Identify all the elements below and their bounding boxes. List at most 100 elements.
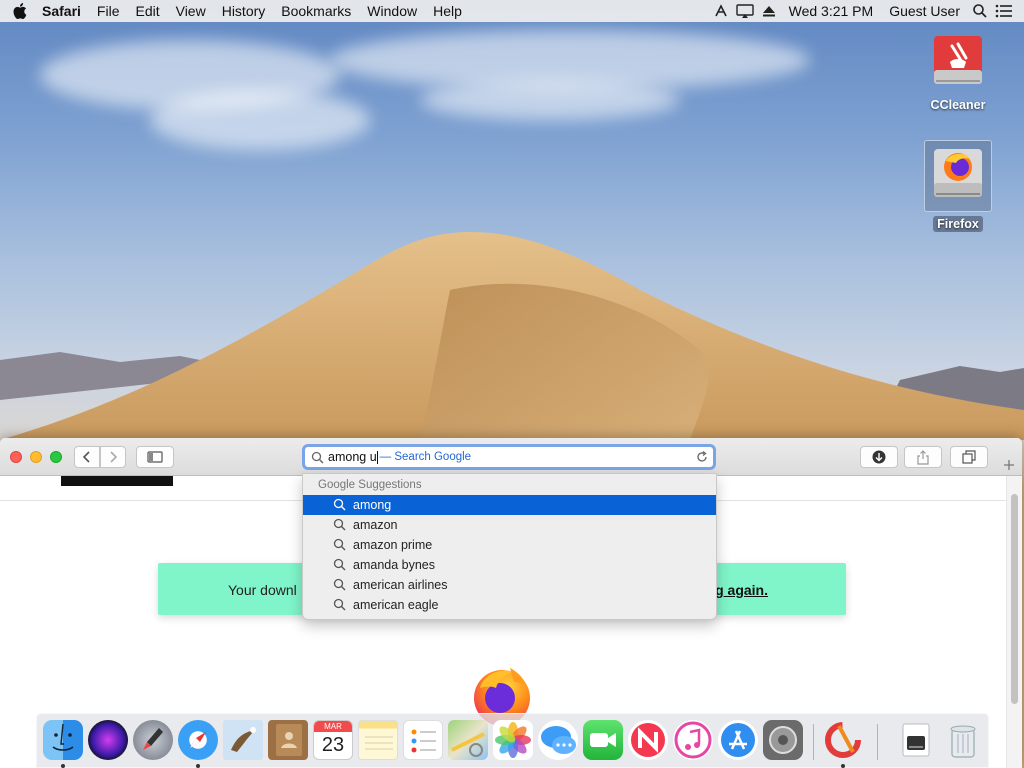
- safari-toolbar: among u — Search Google: [0, 438, 1022, 476]
- search-engine-hint: — Search Google: [379, 451, 472, 463]
- ccleaner-drive-icon: [930, 32, 986, 94]
- site-logo: [61, 476, 173, 486]
- vertical-scrollbar[interactable]: [1006, 476, 1022, 768]
- plus-icon: [1004, 460, 1014, 470]
- ccleaner-menu-icon[interactable]: [709, 0, 733, 22]
- search-icon: [333, 498, 347, 512]
- suggestion-label: american airlines: [353, 578, 448, 592]
- running-indicator: [196, 764, 200, 768]
- share-icon: [917, 449, 929, 465]
- chevron-right-icon: [110, 451, 118, 463]
- chevron-left-icon: [82, 451, 90, 463]
- dock-photos-icon[interactable]: [493, 720, 533, 760]
- desktop-icon-firefox[interactable]: Firefox: [918, 140, 998, 232]
- menu-bar: Safari File Edit View History Bookmarks …: [0, 0, 1024, 22]
- menu-bookmarks[interactable]: Bookmarks: [273, 0, 359, 22]
- share-button[interactable]: [904, 446, 942, 468]
- desktop-icon-ccleaner[interactable]: CCleaner: [918, 32, 998, 112]
- reload-icon: [697, 450, 707, 462]
- apple-logo-icon: [13, 3, 27, 19]
- dock-firefox-disk-icon[interactable]: [897, 720, 937, 760]
- dock-mail-icon[interactable]: [223, 720, 263, 760]
- dock-finder-icon[interactable]: [43, 720, 83, 760]
- dock-messages-icon[interactable]: [538, 720, 578, 760]
- menu-view[interactable]: View: [168, 0, 214, 22]
- new-tab-button[interactable]: [996, 454, 1022, 476]
- close-window-button[interactable]: [10, 451, 22, 463]
- dock-contacts-icon[interactable]: [268, 720, 308, 760]
- download-icon: [872, 450, 886, 464]
- try-again-link[interactable]: g again.: [715, 582, 768, 598]
- dock-system-preferences-icon[interactable]: [763, 720, 803, 760]
- zoom-window-button[interactable]: [50, 451, 62, 463]
- search-suggestions-dropdown: Google Suggestions among amazon amazon p…: [302, 473, 717, 620]
- desktop-icon-label: CCleaner: [930, 98, 986, 112]
- search-icon: [333, 558, 347, 572]
- selection-highlight: [924, 140, 992, 212]
- dock-notes-icon[interactable]: [358, 720, 398, 760]
- dock-news-icon[interactable]: [628, 720, 668, 760]
- suggestion-label: american eagle: [353, 598, 439, 612]
- search-icon: [333, 518, 347, 532]
- calendar-day: 23: [321, 734, 345, 756]
- dock-facetime-icon[interactable]: [583, 720, 623, 760]
- suggestion-item[interactable]: amanda bynes: [303, 555, 716, 575]
- dock-app-store-icon[interactable]: [718, 720, 758, 760]
- spotlight-search-icon[interactable]: [968, 0, 992, 22]
- show-tabs-button[interactable]: [950, 446, 988, 468]
- user-menu[interactable]: Guest User: [881, 0, 968, 22]
- search-icon: [311, 451, 324, 463]
- airplay-display-icon[interactable]: [733, 0, 757, 22]
- banner-text: Your downl: [228, 582, 297, 598]
- dock-trash-icon[interactable]: [943, 720, 983, 760]
- address-typed-text: among u: [328, 450, 377, 464]
- dock-calendar-icon[interactable]: MAR 23: [313, 720, 353, 760]
- notification-center-icon[interactable]: [992, 0, 1016, 22]
- menu-file[interactable]: File: [89, 0, 128, 22]
- app-menu-safari[interactable]: Safari: [40, 0, 89, 22]
- suggestion-label: amazon: [353, 518, 398, 532]
- address-search-field[interactable]: among u — Search Google: [302, 444, 716, 470]
- menu-window[interactable]: Window: [359, 0, 425, 22]
- running-indicator: [61, 764, 65, 768]
- menu-edit[interactable]: Edit: [127, 0, 167, 22]
- downloads-button[interactable]: [860, 446, 898, 468]
- eject-icon[interactable]: [757, 0, 781, 22]
- dock-safari-icon[interactable]: [178, 720, 218, 760]
- dock: MAR 23: [36, 713, 989, 768]
- sidebar-icon: [147, 451, 163, 463]
- dock-reminders-icon[interactable]: [403, 720, 443, 760]
- dock-launchpad-icon[interactable]: [133, 720, 173, 760]
- desktop-icon-label: Firefox: [933, 216, 983, 232]
- text-caret: [376, 450, 378, 464]
- search-icon: [333, 598, 347, 612]
- suggestions-header: Google Suggestions: [318, 479, 422, 491]
- suggestion-item[interactable]: among: [303, 495, 716, 515]
- sidebar-toggle-button[interactable]: [136, 446, 174, 468]
- clock[interactable]: Wed 3:21 PM: [781, 0, 882, 22]
- suggestion-label: amazon prime: [353, 538, 433, 552]
- running-indicator: [841, 764, 845, 768]
- apple-menu[interactable]: [0, 3, 40, 19]
- calendar-month: MAR: [314, 721, 352, 732]
- suggestion-label: among: [353, 498, 392, 512]
- forward-button[interactable]: [100, 446, 126, 468]
- dock-siri-icon[interactable]: [88, 720, 128, 760]
- menu-history[interactable]: History: [214, 0, 274, 22]
- reload-button[interactable]: [695, 450, 709, 467]
- firefox-disk-image-icon: [930, 145, 986, 207]
- suggestion-item[interactable]: american airlines: [303, 575, 716, 595]
- search-icon: [333, 578, 347, 592]
- scrollbar-thumb[interactable]: [1011, 494, 1018, 704]
- back-button[interactable]: [74, 446, 100, 468]
- minimize-window-button[interactable]: [30, 451, 42, 463]
- menu-help[interactable]: Help: [425, 0, 470, 22]
- dock-maps-icon[interactable]: [448, 720, 488, 760]
- dock-itunes-icon[interactable]: [673, 720, 713, 760]
- suggestion-item[interactable]: amazon prime: [303, 535, 716, 555]
- suggestion-label: amanda bynes: [353, 558, 436, 572]
- tabs-overview-icon: [962, 450, 976, 464]
- suggestion-item[interactable]: american eagle: [303, 595, 716, 615]
- suggestion-item[interactable]: amazon: [303, 515, 716, 535]
- dock-ccleaner-icon[interactable]: [823, 720, 863, 760]
